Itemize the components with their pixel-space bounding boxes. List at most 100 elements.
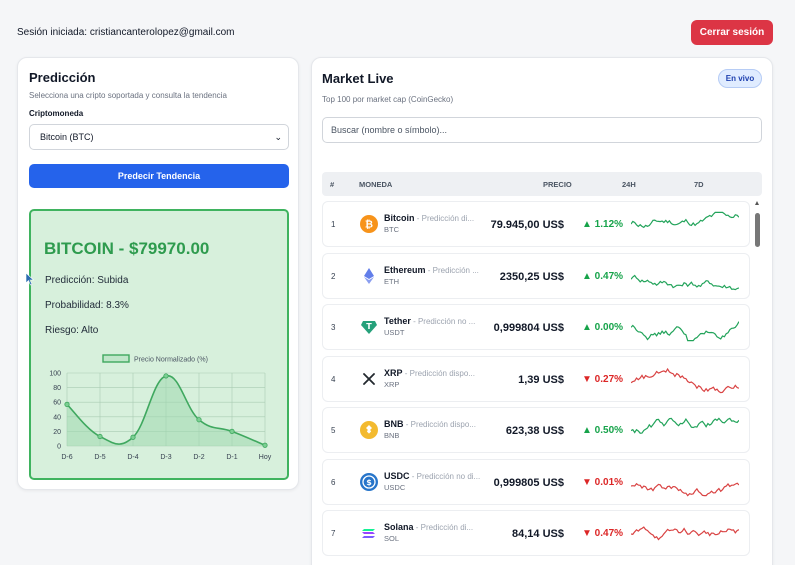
solana-icon [362,529,375,538]
row-change-24h: ▼ 0.01% [582,476,624,488]
sparkline-7d [630,366,740,399]
prediction-availability: - Predicción ... [425,265,479,275]
svg-text:$: $ [366,478,372,487]
row-change-24h: ▲ 0.00% [582,322,624,333]
row-price: 84,14 US$ [512,528,564,540]
table-row[interactable]: 7 Solana - Predicción di... SOL 84,14 US… [322,510,750,556]
scroll-up-arrow-icon[interactable] [755,201,759,205]
legend-swatch [102,354,130,363]
col-7d: 7D [694,180,704,189]
col-coin: MONEDA [359,180,393,189]
data-point [130,434,136,440]
row-coin-name: Solana - Predicción di... [384,522,473,532]
prediction-card: Predicción Selecciona una cripto soporta… [17,57,299,490]
row-coin-name: Tether - Predicción no ... [384,316,475,326]
coin-name: Tether [384,316,411,326]
row-price: 2350,25 US$ [499,270,564,283]
result-prediction: Predicción: Subida [45,275,129,286]
y-tick-label: 40 [53,414,61,421]
row-symbol: USDT [384,328,405,337]
crypto-select-value: Bitcoin (BTC) [40,132,94,142]
row-price: 0,999805 US$ [493,476,564,489]
row-rank: 1 [331,220,336,229]
x-tick-label: D-5 [94,454,105,461]
row-change-24h: ▼ 0.27% [582,373,624,385]
row-symbol: USDC [384,482,406,492]
top-bar: Sesión iniciada: cristiancanterolopez@gm… [0,0,795,56]
row-rank: 7 [331,529,336,538]
row-price: 1,39 US$ [518,373,564,386]
market-subtitle: Top 100 por market cap (CoinGecko) [322,95,454,104]
prediction-availability: - Predicción dispo... [402,368,475,378]
table-row[interactable]: 6 $ USDC - Predicción no di... USDC 0,99… [322,458,750,505]
y-tick-label: 20 [53,429,61,436]
data-point [196,417,202,423]
row-coin-name: XRP - Predicción dispo... [384,368,475,378]
prediction-subtitle: Selecciona una cripto soportada y consul… [29,91,227,100]
search-input[interactable] [322,117,762,143]
session-text: Sesión iniciada: cristiancanterolopez@gm… [17,27,235,38]
table-row[interactable]: 5 BNB - Predicción dispo... BNB 623,38 U… [322,407,750,453]
row-rank: 6 [331,477,336,487]
sparkline-7d [630,263,740,296]
col-price: PRECIO [543,180,572,189]
y-tick-label: 60 [53,400,61,407]
col-rank: # [330,180,335,189]
row-price: 0,999804 US$ [493,322,564,334]
table-row[interactable]: 3 T Tether - Predicción no ... USDT 0,99… [322,304,750,350]
row-change-24h: ▲ 0.50% [582,425,624,436]
row-symbol: BNB [384,431,400,440]
x-tick-label: D-6 [61,454,72,461]
x-tick-label: D-3 [160,454,171,461]
x-tick-label: D-4 [127,454,138,461]
sparkline-7d [630,314,740,347]
sparkline-7d [630,520,740,553]
chevron-down-icon: ⌄ [274,132,282,142]
mouse-cursor-icon [25,272,35,286]
market-card: Market Live Top 100 por market cap (Coin… [311,57,773,565]
row-coin-name: USDC - Predicción no di... [384,471,480,481]
table-row[interactable]: 2 Ethereum - Predicción ... ETH 2350,25 … [322,252,750,299]
row-price: 623,38 US$ [505,425,564,437]
scrollbar-thumb[interactable] [755,213,760,247]
predict-button[interactable]: Predecir Tendencia [29,164,289,188]
row-coin-name: BNB - Predicción dispo... [384,419,476,429]
bitcoin-icon: ₿ [360,215,378,233]
table-row[interactable]: 1 ₿ Bitcoin - Predicción di... BTC 79.94… [322,201,750,247]
tether-icon: T [361,321,377,334]
market-table: 1 ₿ Bitcoin - Predicción di... BTC 79.94… [322,201,750,562]
logout-button[interactable]: Cerrar sesión [691,20,773,45]
row-rank: 5 [331,426,336,435]
prediction-availability: - Predicción dispo... [403,420,476,429]
market-title: Market Live [322,71,394,86]
usdc-icon: $ [360,472,378,491]
coin-name: Ethereum [384,264,426,275]
prediction-availability: - Predicción di... [413,523,474,532]
live-badge: En vivo [718,69,762,88]
ethereum-icon [364,267,374,284]
row-coin-name: Ethereum - Predicción ... [384,265,479,275]
prediction-availability: - Predicción no ... [410,317,476,326]
price-chart: 0 20 40 60 80 100 D-6 D-5 D-4 D-3 D-2 D-1 Hoy Precio … [49,354,272,461]
x-tick-label: D-2 [193,454,204,461]
row-rank: 3 [331,323,336,332]
data-point [97,433,103,440]
row-change-24h: ▲ 1.12% [582,219,624,230]
row-symbol: ETH [384,276,399,286]
prediction-availability: - Predicción no di... [409,471,481,481]
row-rank: 2 [331,271,336,281]
x-tick-label: Hoy [259,454,272,461]
col-24h: 24H [622,180,636,189]
y-tick-label: 80 [53,385,61,392]
crypto-label: Criptomoneda [29,109,84,118]
table-row[interactable]: 4 XRP - Predicción dispo... XRP 1,39 US$… [322,355,750,402]
row-coin-name: Bitcoin - Predicción di... [384,213,474,223]
coin-name: USDC [384,470,410,481]
result-probability: Probabilidad: 8.3% [45,300,129,311]
scrollbar[interactable] [754,201,761,565]
result-risk: Riesgo: Alto [45,325,99,336]
coin-name: Bitcoin [384,213,415,223]
prediction-availability: - Predicción di... [414,214,475,223]
row-price: 79.945,00 US$ [490,219,564,231]
crypto-select[interactable]: Bitcoin (BTC) ⌄ [29,124,289,150]
